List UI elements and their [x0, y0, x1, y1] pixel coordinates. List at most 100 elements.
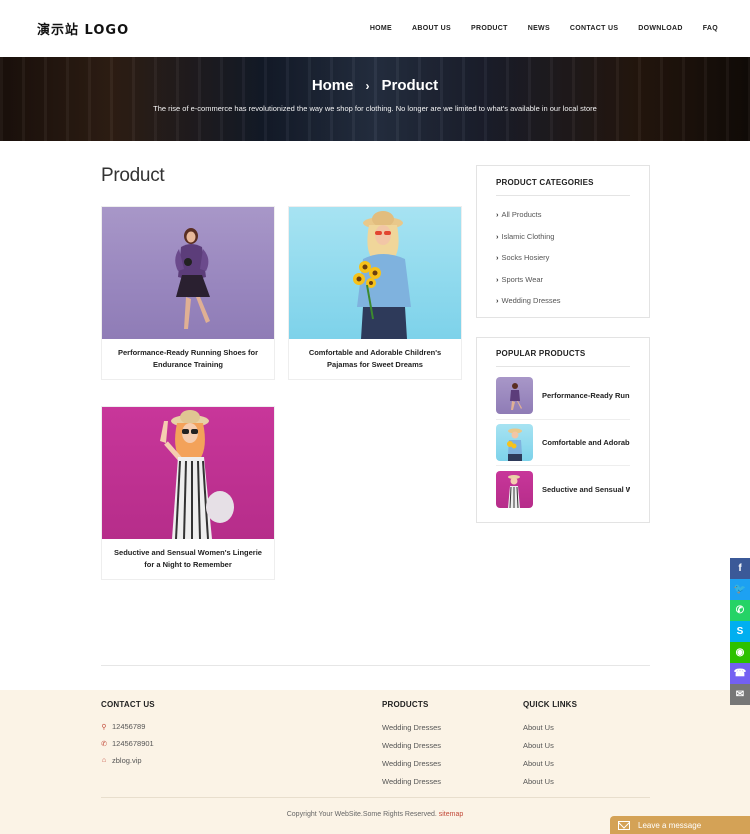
footer-contact: CONTACT US ⚲ 12456789 ✆ 1245678901 ⌂ zblog.…: [101, 700, 155, 769]
product-caption[interactable]: Performance-Ready Running Shoes for Endu…: [102, 339, 274, 379]
main-nav: HOME ABOUT US PRODUCT NEWS CONTACT US DO…: [370, 25, 718, 32]
section-divider: [101, 665, 650, 666]
chevron-right-icon: ›: [496, 210, 499, 220]
location-pin-icon: ⚲: [101, 723, 107, 731]
nav-download[interactable]: DOWNLOAD: [638, 25, 682, 32]
category-label[interactable]: Islamic Clothing: [502, 232, 555, 241]
nav-contact-us[interactable]: CONTACT US: [570, 25, 618, 32]
site-footer: CONTACT US ⚲ 12456789 ✆ 1245678901 ⌂ zblog.…: [0, 690, 750, 834]
footer-quick-link[interactable]: About Us: [523, 718, 577, 736]
footer-product-link[interactable]: Wedding Dresses: [382, 718, 441, 736]
breadcrumb-home[interactable]: Home: [312, 77, 354, 94]
popular-item[interactable]: Comfortable and Adorable Children's Paja…: [496, 420, 630, 466]
popular-title[interactable]: Performance-Ready Running Shoes for Endu…: [542, 391, 630, 400]
footer-products-heading: PRODUCTS: [382, 700, 429, 709]
nav-news[interactable]: NEWS: [528, 25, 550, 32]
viber-icon[interactable]: ☎: [730, 663, 750, 684]
footer-quick-link[interactable]: About Us: [523, 772, 577, 790]
email-icon[interactable]: ✉: [730, 684, 750, 705]
footer-divider: [101, 797, 650, 798]
woman-in-striped-jumpsuit-photo: [508, 474, 520, 508]
category-link[interactable]: › Socks Hosiery: [496, 247, 630, 269]
copyright-text: Copyright Your WebSite.Some Rights Reser…: [286, 811, 437, 818]
contact-website-text[interactable]: zblog.vip: [112, 756, 142, 765]
site-header: 演示站 LOGO HOME ABOUT US PRODUCT NEWS CONT…: [0, 0, 750, 57]
category-label[interactable]: All Products: [502, 210, 542, 219]
product-card[interactable]: Seductive and Sensual Women's Lingerie f…: [101, 406, 275, 580]
twitter-icon[interactable]: 🐦: [730, 579, 750, 600]
popular-thumbnail[interactable]: [496, 470, 533, 508]
footer-quick-link[interactable]: About Us: [523, 754, 577, 772]
nav-about-us[interactable]: ABOUT US: [412, 25, 451, 32]
banner-subtitle: The rise of e-commerce has revolutionize…: [153, 104, 597, 113]
categories-heading: PRODUCT CATEGORIES: [496, 178, 630, 196]
contact-website[interactable]: ⌂ zblog.vip: [101, 752, 155, 769]
footer-products: PRODUCTS Wedding Dresses Wedding Dresses…: [382, 700, 441, 790]
main-content: Product Performance-Ready Running Shoes …: [0, 141, 750, 666]
footer-product-link[interactable]: Wedding Dresses: [382, 754, 441, 772]
page-banner: Home › Product The rise of e-commerce ha…: [0, 57, 750, 141]
footer-product-link[interactable]: Wedding Dresses: [382, 736, 441, 754]
contact-address-text: 12456789: [112, 722, 146, 731]
woman-in-striped-jumpsuit-photo: [160, 410, 234, 539]
leave-message-label[interactable]: Leave a message: [638, 821, 701, 830]
wechat-icon[interactable]: ◉: [730, 642, 750, 663]
site-logo[interactable]: 演示站 LOGO: [37, 19, 129, 38]
leave-message-button[interactable]: Leave a message: [610, 816, 750, 834]
product-caption[interactable]: Seductive and Sensual Women's Lingerie f…: [102, 539, 274, 579]
product-image[interactable]: [102, 407, 274, 539]
category-label[interactable]: Sports Wear: [502, 275, 544, 284]
categories-list: › All Products › Islamic Clothing › Socks H…: [496, 204, 630, 312]
nav-product[interactable]: PRODUCT: [471, 25, 508, 32]
popular-list: Performance-Ready Running Shoes for Endu…: [496, 373, 630, 513]
chevron-right-icon: ›: [496, 274, 499, 284]
contact-address: ⚲ 12456789: [101, 718, 155, 735]
footer-quick-link[interactable]: About Us: [523, 736, 577, 754]
category-link[interactable]: › Sports Wear: [496, 269, 630, 291]
chevron-right-icon: ›: [496, 231, 499, 241]
nav-home[interactable]: HOME: [370, 25, 392, 32]
popular-thumbnail[interactable]: [496, 377, 533, 415]
product-image[interactable]: [102, 207, 274, 339]
popular-item[interactable]: Performance-Ready Running Shoes for Endu…: [496, 373, 630, 420]
footer-contact-heading: CONTACT US: [101, 700, 155, 709]
facebook-icon[interactable]: f: [730, 558, 750, 579]
popular-products-panel: POPULAR PRODUCTS Performance-Ready Runni…: [476, 337, 650, 523]
category-link[interactable]: › Wedding Dresses: [496, 290, 630, 312]
product-image[interactable]: [289, 207, 461, 339]
social-share-bar: f 🐦 ✆ S ◉ ☎ ✉: [730, 558, 750, 705]
product-caption[interactable]: Comfortable and Adorable Children's Paja…: [289, 339, 461, 379]
envelope-icon: [618, 820, 630, 830]
popular-title[interactable]: Comfortable and Adorable Children's Paja…: [542, 438, 630, 447]
contact-phone[interactable]: ✆ 1245678901: [101, 735, 155, 752]
woman-with-sunflowers-photo: [507, 428, 522, 461]
phone-icon: ✆: [101, 740, 107, 748]
footer-links-heading: QUICK LINKS: [523, 700, 578, 709]
chevron-right-icon: ›: [496, 253, 499, 263]
whatsapp-icon[interactable]: ✆: [730, 600, 750, 621]
category-label[interactable]: Socks Hosiery: [502, 253, 550, 262]
woman-in-purple-coat-photo: [175, 228, 210, 329]
contact-phone-text[interactable]: 1245678901: [112, 739, 154, 748]
home-icon: ⌂: [101, 757, 107, 764]
category-link[interactable]: › All Products: [496, 204, 630, 226]
breadcrumb-current: Product: [381, 77, 439, 94]
category-label[interactable]: Wedding Dresses: [502, 296, 561, 305]
breadcrumb: Home › Product: [0, 77, 750, 94]
page-title: Product: [101, 165, 165, 186]
skype-icon[interactable]: S: [730, 621, 750, 642]
sitemap-link[interactable]: sitemap: [439, 811, 464, 818]
woman-with-sunflowers-photo: [353, 211, 411, 339]
popular-item[interactable]: Seductive and Sensual Women's Lingerie f…: [496, 466, 630, 513]
footer-quick-links: QUICK LINKS About Us About Us About Us A…: [523, 700, 577, 790]
popular-heading: POPULAR PRODUCTS: [496, 349, 630, 367]
footer-product-link[interactable]: Wedding Dresses: [382, 772, 441, 790]
category-link[interactable]: › Islamic Clothing: [496, 226, 630, 248]
popular-title[interactable]: Seductive and Sensual Women's Lingerie f…: [542, 485, 630, 494]
chevron-right-icon: ›: [365, 78, 370, 93]
chevron-right-icon: ›: [496, 296, 499, 306]
product-card[interactable]: Performance-Ready Running Shoes for Endu…: [101, 206, 275, 380]
popular-thumbnail[interactable]: [496, 423, 533, 461]
nav-faq[interactable]: FAQ: [703, 25, 718, 32]
product-card[interactable]: Comfortable and Adorable Children's Paja…: [288, 206, 462, 380]
